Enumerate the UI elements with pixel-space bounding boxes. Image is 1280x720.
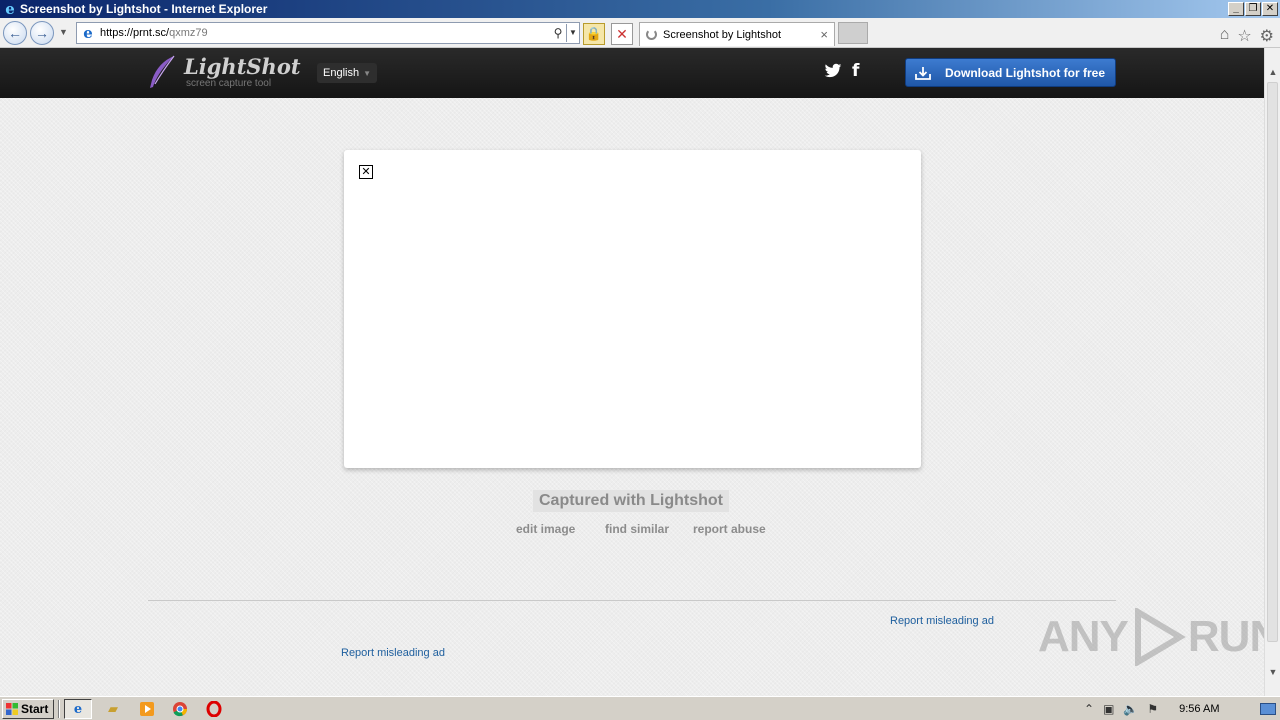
address-url[interactable]: https://prnt.sc/qxmz79 [100, 27, 550, 39]
tab-title: Screenshot by Lightshot [663, 28, 782, 41]
security-lock-icon[interactable]: 🔒 [583, 23, 605, 45]
internet-explorer-icon: e [5, 0, 15, 18]
network-icon[interactable]: ▣ [1103, 702, 1114, 716]
logo-tagline: screen capture tool [186, 78, 272, 89]
download-cloud-icon [915, 66, 931, 80]
tray-expand-arrow-icon[interactable]: ⌃ [1084, 702, 1094, 716]
captured-with-lightshot-label: Captured with Lightshot [533, 490, 729, 512]
site-header: LightShot screen capture tool English ▼ f… [0, 48, 1264, 98]
stop-loading-button[interactable]: ✕ [611, 23, 633, 45]
vertical-scrollbar[interactable]: ▲ ▼ [1264, 48, 1280, 696]
report-misleading-ad-link-1[interactable]: Report misleading ad [890, 615, 994, 627]
tools-gear-icon[interactable]: ⚙ [1260, 26, 1274, 46]
taskbar-separator [58, 700, 60, 718]
download-lightshot-button[interactable]: Download Lightshot for free [905, 58, 1116, 87]
download-button-label: Download Lightshot for free [945, 65, 1105, 80]
report-abuse-link[interactable]: report abuse [693, 522, 766, 536]
window-controls: _ ❐ ✕ [1228, 2, 1278, 16]
url-path: qxmz79 [169, 27, 208, 39]
close-tab-icon[interactable]: × [820, 27, 828, 42]
page-viewport: LightShot screen capture tool English ▼ f… [0, 48, 1264, 696]
close-window-button[interactable]: ✕ [1262, 2, 1278, 16]
facebook-icon[interactable]: f [852, 61, 859, 81]
taskbar-internet-explorer-icon[interactable]: e [64, 699, 92, 719]
screenshot-image-card[interactable]: ✕ [344, 150, 921, 468]
window-title-bar: e Screenshot by Lightshot - Internet Exp… [0, 0, 1280, 18]
volume-icon[interactable]: 🔈 [1123, 702, 1138, 716]
language-selector[interactable]: English ▼ [317, 63, 377, 83]
taskbar-media-player-icon[interactable] [133, 699, 161, 719]
new-tab-button[interactable] [838, 22, 868, 44]
scroll-thumb[interactable] [1267, 82, 1278, 642]
watermark-left-text: ANY [1038, 612, 1129, 661]
language-label: English [323, 67, 360, 79]
scroll-down-arrow-icon[interactable]: ▼ [1265, 664, 1280, 680]
address-dropdown-icon[interactable]: ▼ [566, 24, 579, 42]
system-tray: ⌃ ▣ 🔈 ⚑ 9:56 AM [1078, 699, 1252, 719]
watermark-right-text: RUN [1187, 612, 1264, 661]
start-button[interactable]: Start [2, 699, 54, 719]
feather-icon [150, 55, 175, 88]
clock[interactable]: 9:56 AM [1179, 703, 1219, 715]
show-desktop-icon[interactable] [1258, 700, 1278, 718]
lightshot-logo[interactable]: LightShot screen capture tool [146, 54, 301, 90]
anyrun-watermark: ANY RUN [1038, 608, 1264, 666]
windows-taskbar: Start e ▰ ⌃ ▣ 🔈 ⚑ 9:56 AM [0, 696, 1280, 720]
minimize-button[interactable]: _ [1228, 2, 1244, 16]
home-icon[interactable]: ⌂ [1220, 26, 1230, 46]
window-title: Screenshot by Lightshot - Internet Explo… [20, 2, 268, 16]
taskbar-opera-icon[interactable] [200, 699, 228, 719]
scroll-up-arrow-icon[interactable]: ▲ [1265, 64, 1280, 80]
tab-screenshot-by-lightshot[interactable]: Screenshot by Lightshot × [639, 22, 835, 46]
browser-toolbar-icons: ⌂ ☆ ⚙ [1220, 26, 1274, 46]
taskbar-chrome-icon[interactable] [166, 699, 194, 719]
logo-name: LightShot [184, 54, 301, 79]
address-bar[interactable]: e https://prnt.sc/qxmz79 ⚲ ▼ [76, 22, 580, 44]
broken-image-icon: ✕ [359, 165, 373, 179]
find-similar-link[interactable]: find similar [605, 522, 669, 536]
restore-button[interactable]: ❐ [1245, 2, 1261, 16]
twitter-icon[interactable] [824, 63, 842, 79]
windows-flag-icon [6, 703, 18, 715]
page-favicon-icon: e [83, 24, 93, 42]
loading-spinner-icon [646, 29, 657, 40]
report-misleading-ad-link-2[interactable]: Report misleading ad [341, 647, 445, 659]
chevron-down-icon: ▼ [363, 69, 371, 78]
action-center-flag-icon[interactable]: ⚑ [1147, 702, 1158, 716]
history-dropdown-icon[interactable]: ▼ [59, 27, 68, 37]
favorites-star-icon[interactable]: ☆ [1237, 26, 1251, 46]
content-divider [148, 600, 1116, 601]
forward-button[interactable]: → [30, 21, 54, 45]
back-button[interactable]: ← [3, 21, 27, 45]
start-label: Start [21, 702, 49, 716]
edit-image-link[interactable]: edit image [516, 522, 575, 536]
url-host: https://prnt.sc/ [100, 27, 170, 39]
search-icon[interactable]: ⚲ [550, 24, 566, 42]
taskbar-file-explorer-icon[interactable]: ▰ [99, 699, 127, 719]
play-icon [1134, 608, 1186, 666]
